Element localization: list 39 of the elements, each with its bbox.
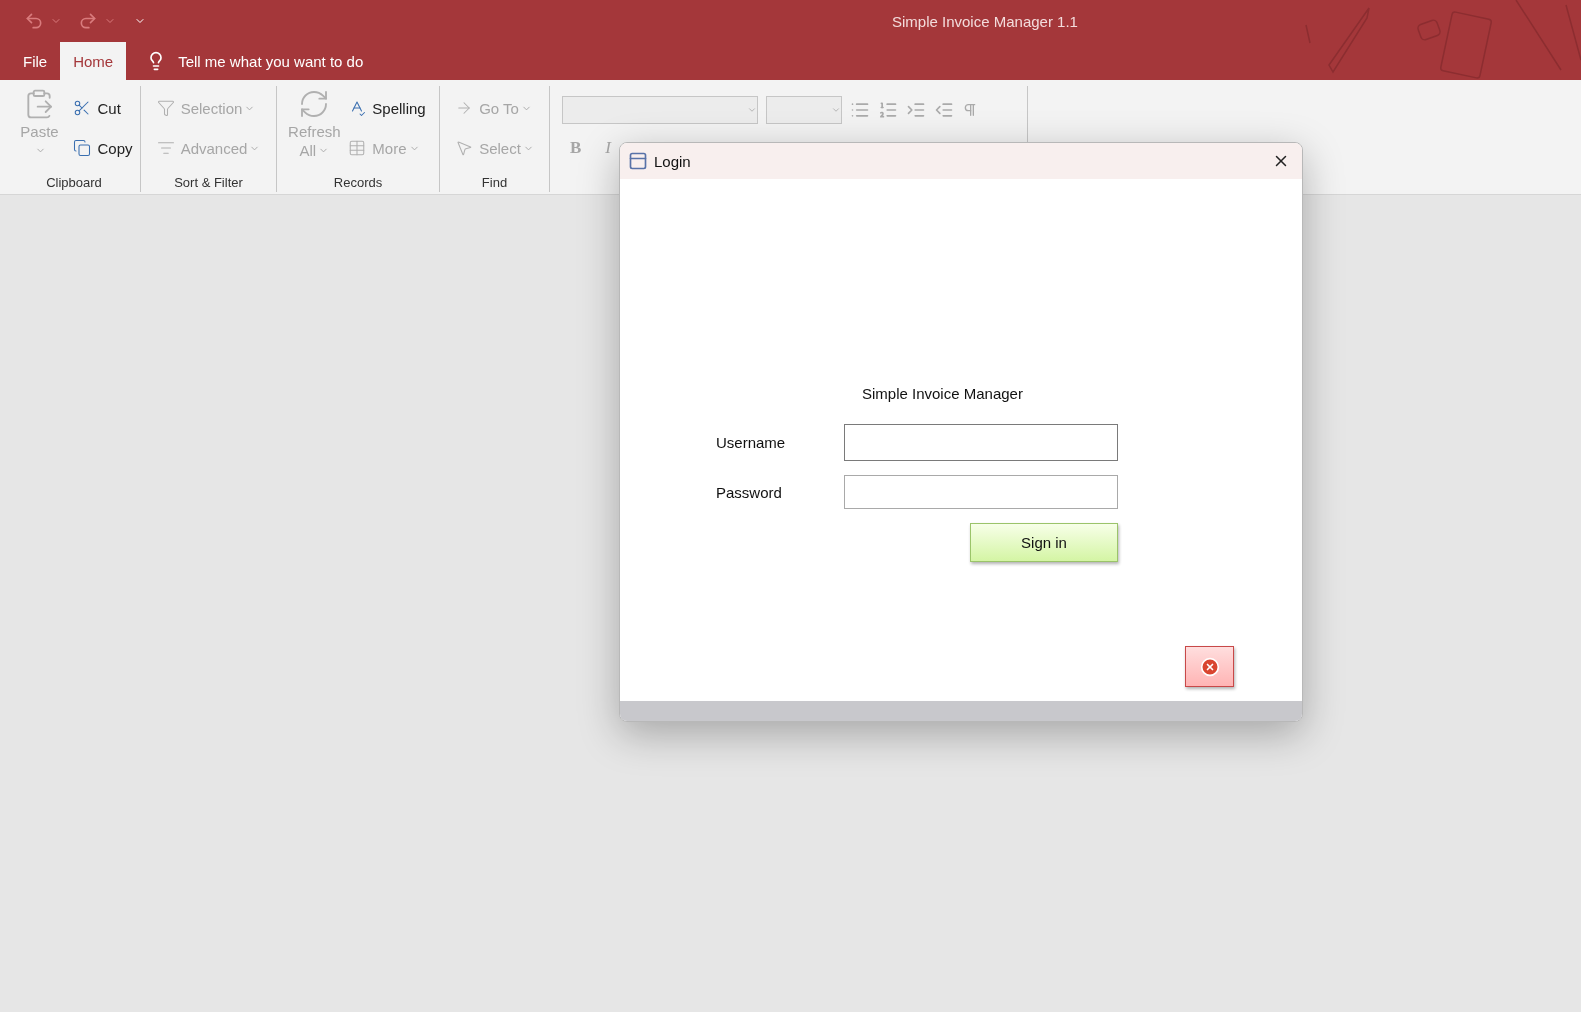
ribbon-tab[interactable]: File (10, 42, 61, 80)
tell-me-field[interactable]: Tell me what you want to do (178, 52, 364, 70)
cancel-button[interactable] (1185, 646, 1234, 687)
bold-button[interactable]: B (562, 138, 590, 158)
filter-list-icon (156, 139, 175, 157)
input-field[interactable] (844, 475, 1118, 509)
bullet-list-icon[interactable] (850, 100, 870, 120)
pilcrow-icon[interactable] (962, 102, 978, 118)
size-combo[interactable] (766, 96, 842, 124)
form-icon (628, 151, 648, 171)
table-icon (348, 139, 367, 157)
ribbon-tab[interactable]: Home (60, 42, 127, 80)
group-label: Clipboard (45, 175, 103, 192)
undo-icon[interactable] (24, 11, 44, 31)
ribbon-button[interactable]: Copy (70, 128, 136, 168)
caret-icon (747, 105, 757, 115)
group-label: Find (480, 175, 509, 192)
group-label: Sort & Filter (173, 175, 244, 192)
group-label: Records (332, 175, 384, 192)
redo-icon[interactable] (78, 11, 98, 31)
filter-icon (156, 99, 175, 117)
copy-icon (73, 139, 92, 157)
field-label: Username (716, 434, 787, 451)
outdent-icon[interactable] (934, 100, 954, 120)
input-field[interactable] (844, 424, 1118, 461)
font-combo[interactable] (562, 96, 758, 124)
field-label: Password (716, 483, 783, 501)
sign-in-button[interactable]: Sign in (970, 523, 1118, 562)
ribbon-button[interactable]: Spelling (345, 88, 429, 128)
close-icon (1199, 656, 1220, 677)
window-title: Simple Invoice Manager 1.1 (892, 12, 1078, 30)
pointer-icon (455, 139, 474, 157)
italic-button[interactable]: I (597, 138, 619, 158)
caret-icon (831, 105, 841, 115)
form-heading: Simple Invoice Manager (862, 385, 1024, 402)
ribbon-button[interactable]: Cut (70, 88, 136, 128)
dialog-title: Login (654, 152, 692, 170)
indent-icon[interactable] (906, 100, 926, 120)
numbered-list-icon[interactable] (878, 100, 898, 120)
